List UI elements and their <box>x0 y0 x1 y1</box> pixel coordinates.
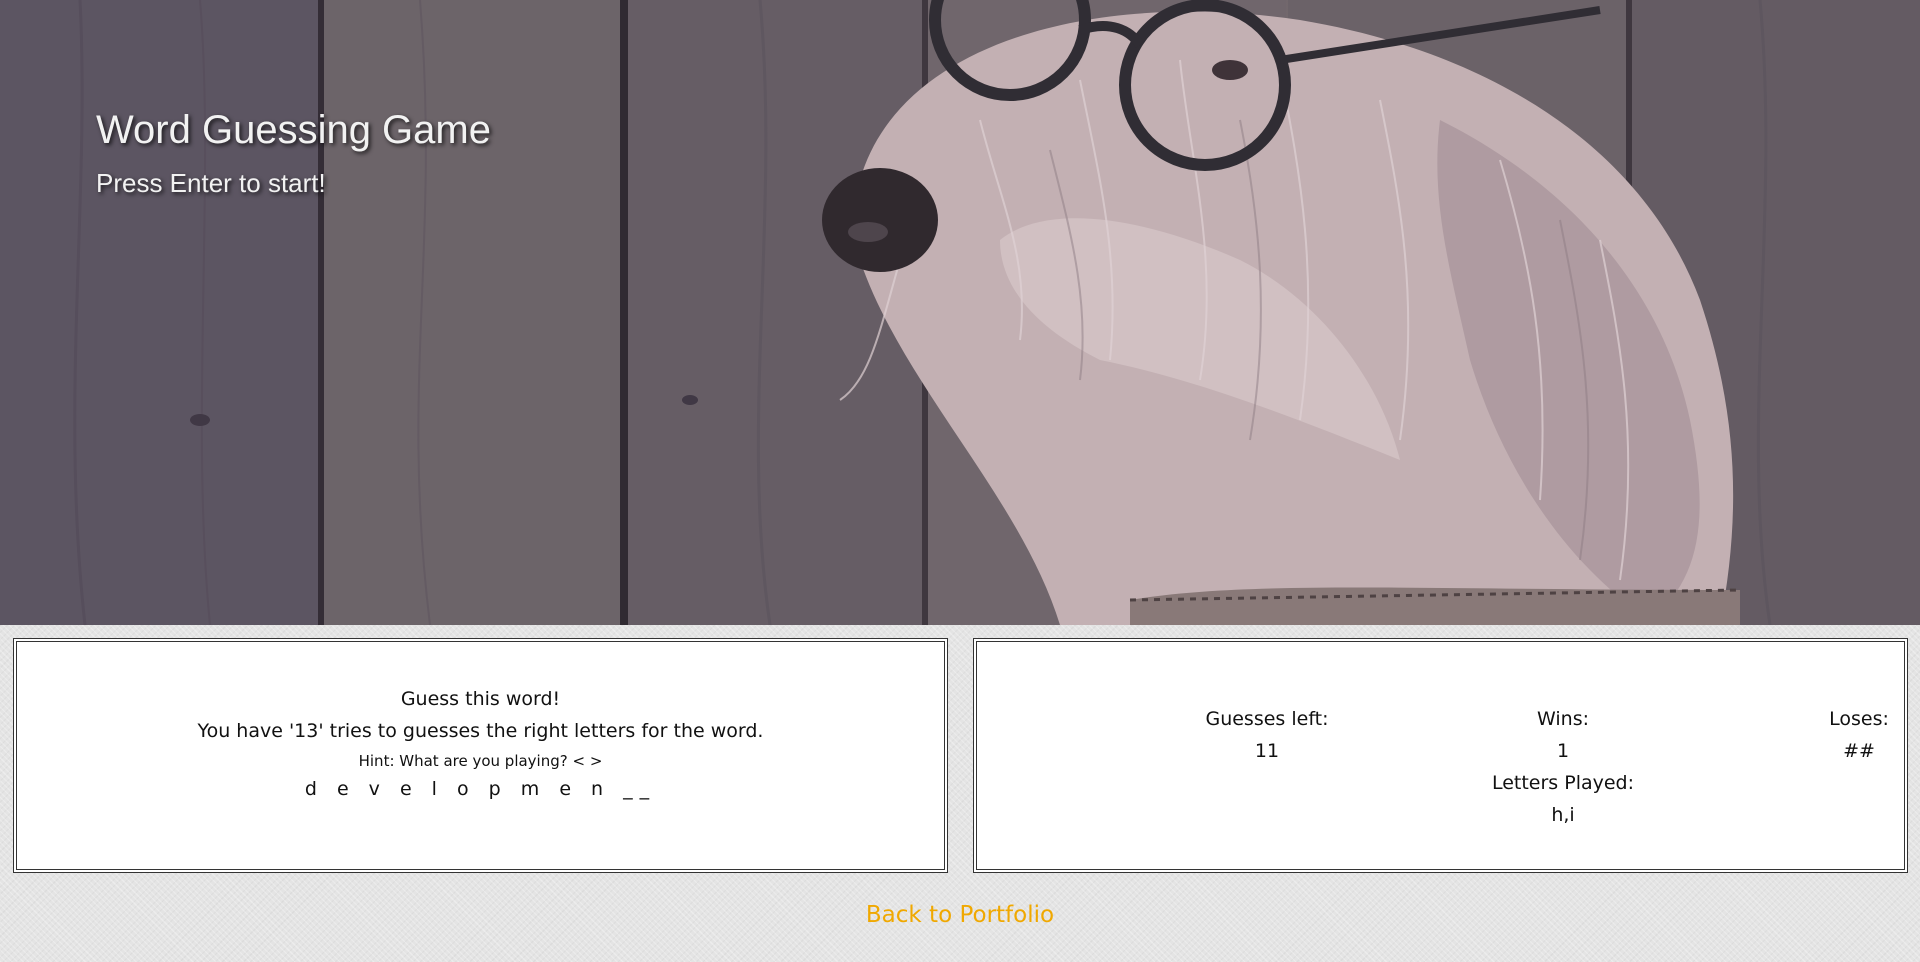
guesses-left-value: 11 <box>1254 740 1280 762</box>
current-word: d e v e l o p m e n __ <box>304 778 657 800</box>
hero-banner: Word Guessing Game Press Enter to start! <box>0 0 1920 625</box>
stats-panel: Guesses left: 11 Wins: 1 Loses: ## Lette… <box>973 638 1908 873</box>
loses-value: ## <box>1843 740 1875 762</box>
dog-with-glasses-photo <box>0 0 1920 625</box>
letters-played-value: h,i <box>1551 804 1575 826</box>
game-panel: Guess this word! You have '13' tries to … <box>13 638 948 873</box>
tries-message: You have '13' tries to guesses the right… <box>197 720 764 742</box>
guess-prompt: Guess this word! <box>400 688 561 710</box>
start-instruction: Press Enter to start! <box>96 168 326 198</box>
hint-text: Hint: What are you playing? < > <box>358 752 603 770</box>
page-title: Word Guessing Game <box>96 108 491 152</box>
letters-played-label: Letters Played: <box>1491 772 1635 794</box>
wins-label: Wins: <box>1537 708 1589 730</box>
guesses-left-label: Guesses left: <box>1205 708 1329 730</box>
wins-value: 1 <box>1556 740 1570 762</box>
back-to-portfolio-link[interactable]: Back to Portfolio <box>0 902 1920 928</box>
loses-label: Loses: <box>1829 708 1889 730</box>
